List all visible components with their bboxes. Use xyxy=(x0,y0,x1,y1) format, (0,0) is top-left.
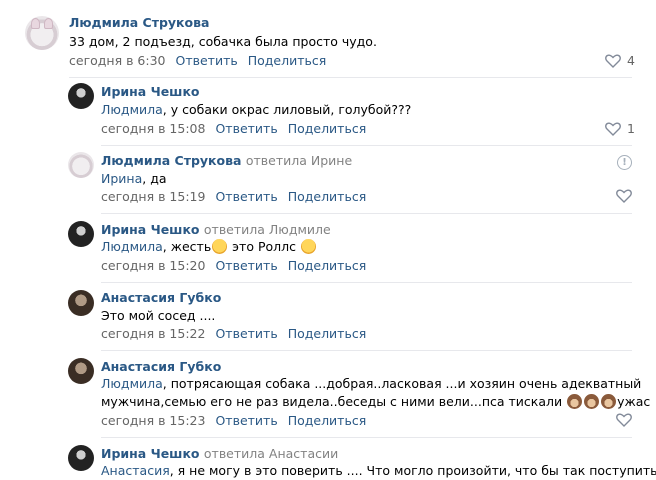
reply-button[interactable]: Ответить xyxy=(215,326,277,341)
comment-author[interactable]: Ирина Чешко ответила Анастасии xyxy=(101,446,338,461)
like-button[interactable] xyxy=(616,189,632,203)
divider xyxy=(101,282,632,283)
comment-author[interactable]: Людмила Струкова xyxy=(69,15,209,30)
heart-icon xyxy=(605,121,621,136)
reply-to-label[interactable]: ответила Анастасии xyxy=(204,446,338,461)
comment-time[interactable]: сегодня в 6:30 xyxy=(69,53,166,68)
reply-to-label[interactable]: ответила Людмиле xyxy=(204,222,331,237)
share-button[interactable]: Поделиться xyxy=(288,326,367,341)
comment-author[interactable]: Анастасия Губко xyxy=(101,359,221,374)
like-button[interactable]: 4 xyxy=(605,53,635,68)
avatar[interactable] xyxy=(68,83,94,109)
avatar[interactable] xyxy=(25,16,59,50)
avatar[interactable] xyxy=(68,152,94,178)
reply-button[interactable]: Ответить xyxy=(215,413,277,428)
mention-link[interactable]: Людмила xyxy=(101,376,163,391)
heart-icon xyxy=(616,189,632,203)
monkey-emoji-icon xyxy=(584,394,600,409)
share-button[interactable]: Поделиться xyxy=(288,258,367,273)
like-count: 1 xyxy=(627,121,635,136)
reply-button[interactable]: Ответить xyxy=(215,258,277,273)
avatar[interactable] xyxy=(68,445,94,471)
monkey-emoji-icon xyxy=(567,394,583,409)
comment-text: Это мой сосед .... xyxy=(101,308,216,323)
mention-link[interactable]: Людмила xyxy=(101,102,163,117)
reply-button[interactable]: Ответить xyxy=(215,189,277,204)
divider xyxy=(101,213,632,214)
comment-time[interactable]: сегодня в 15:19 xyxy=(101,189,205,204)
divider xyxy=(101,145,632,146)
monkey-emoji-icon xyxy=(601,394,617,409)
comment-text: Ирина, да xyxy=(101,171,167,186)
comment-text: Людмила, потрясающая собака ...добрая..л… xyxy=(101,376,642,391)
divider xyxy=(69,77,632,78)
comment-text-line2: мужчина,семью его не раз видела..беседы … xyxy=(101,394,651,409)
avatar[interactable] xyxy=(68,358,94,384)
comment-time[interactable]: сегодня в 15:23 xyxy=(101,413,205,428)
like-button[interactable] xyxy=(616,413,632,427)
report-icon[interactable]: ! xyxy=(617,155,632,170)
comment-text: 33 дом, 2 подъезд, собачка была просто ч… xyxy=(69,34,377,49)
emoji-icon xyxy=(300,239,316,254)
avatar[interactable] xyxy=(68,221,94,247)
comment-author[interactable]: Ирина Чешко ответила Людмиле xyxy=(101,222,331,237)
divider xyxy=(101,437,632,438)
comment-author[interactable]: Анастасия Губко xyxy=(101,290,221,305)
comment-text: Людмила, у собаки окрас лиловый, голубой… xyxy=(101,102,412,117)
share-button[interactable]: Поделиться xyxy=(288,189,367,204)
share-button[interactable]: Поделиться xyxy=(248,53,327,68)
like-count: 4 xyxy=(627,53,635,68)
heart-icon xyxy=(605,53,621,68)
emoji-icon xyxy=(212,239,228,254)
comment-author[interactable]: Людмила Струкова ответила Ирине xyxy=(101,153,352,168)
like-button[interactable]: 1 xyxy=(605,121,635,136)
share-button[interactable]: Поделиться xyxy=(288,413,367,428)
comment-time[interactable]: сегодня в 15:22 xyxy=(101,326,205,341)
avatar[interactable] xyxy=(68,290,94,316)
mention-link[interactable]: Ирина xyxy=(101,171,142,186)
comment-author[interactable]: Ирина Чешко xyxy=(101,84,200,99)
comment-text: Людмила, жесть это Роллс xyxy=(101,238,317,256)
heart-icon xyxy=(616,413,632,427)
comment-text: Анастасия, я не могу в это поверить ....… xyxy=(101,463,656,478)
comment-time[interactable]: сегодня в 15:08 xyxy=(101,121,205,136)
comment-time[interactable]: сегодня в 15:20 xyxy=(101,258,205,273)
divider xyxy=(101,350,632,351)
reply-button[interactable]: Ответить xyxy=(176,53,238,68)
reply-to-label[interactable]: ответила Ирине xyxy=(246,153,352,168)
mention-link[interactable]: Людмила xyxy=(101,239,163,254)
share-button[interactable]: Поделиться xyxy=(288,121,367,136)
reply-button[interactable]: Ответить xyxy=(215,121,277,136)
